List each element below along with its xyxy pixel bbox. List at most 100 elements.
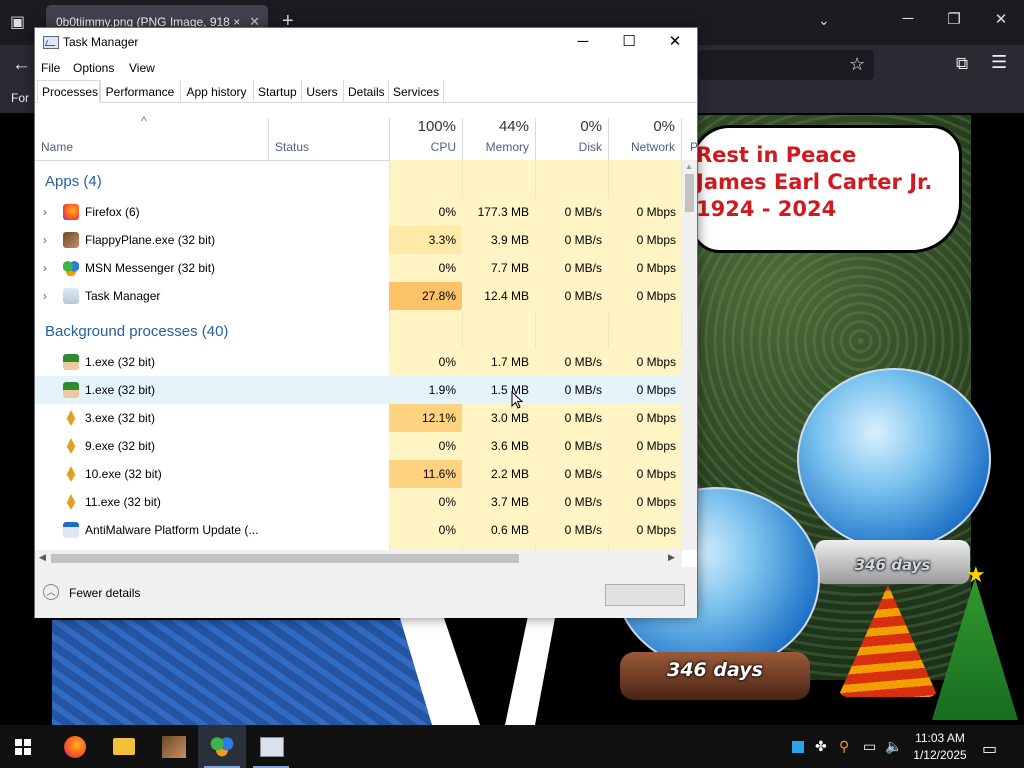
process-row[interactable]: › FlappyPlane.exe (32 bit) 3.3% 3.9 MB 0 MB/… [35, 226, 682, 254]
tab-performance[interactable]: Performance [100, 80, 180, 102]
expand-chevron-icon[interactable]: › [43, 198, 47, 226]
close-window-icon[interactable]: ✕ [986, 10, 1016, 28]
expand-chevron-icon[interactable]: › [43, 226, 47, 254]
scrollbar-thumb[interactable] [51, 554, 519, 563]
expand-chevron-icon[interactable]: › [43, 282, 47, 310]
tab-users[interactable]: Users [301, 80, 343, 102]
sort-ascending-icon[interactable]: ^ [141, 114, 147, 128]
column-network[interactable]: Network [608, 140, 675, 154]
back-arrow-icon[interactable]: ← [12, 54, 31, 76]
clock-time: 11:03 AM [915, 731, 965, 745]
extensions-icon[interactable]: ⧉ [956, 54, 968, 74]
column-name[interactable]: Name [41, 140, 73, 154]
process-row[interactable]: › Firefox (6) 0% 177.3 MB 0 MB/s 0 Mbps [35, 198, 682, 226]
start-button[interactable] [0, 725, 48, 768]
tab-app-history[interactable]: App history [180, 80, 253, 102]
tray-app-icon[interactable] [792, 741, 804, 753]
column-divider [268, 118, 269, 160]
clock[interactable]: 11:03 AM 1/12/2025 [900, 730, 980, 764]
column-divider [681, 118, 682, 160]
end-task-button[interactable] [605, 584, 685, 606]
tab-services[interactable]: Services [388, 80, 444, 102]
chevron-up-icon[interactable]: ︿ [43, 584, 59, 600]
minimize-icon[interactable]: ─ [893, 10, 923, 27]
network-total-percent[interactable]: 0% [608, 118, 675, 135]
process-row[interactable]: › MSN Messenger (32 bit) 0% 7.7 MB 0 MB/s 0 M… [35, 254, 682, 282]
network-value: 0 Mbps [608, 226, 682, 254]
bookmark-item[interactable]: For [11, 91, 29, 105]
msn-messenger-icon [210, 735, 234, 757]
notification-center-icon[interactable]: ▭ [982, 739, 997, 759]
disk-value: 0 MB/s [535, 198, 608, 226]
process-name: 11.exe (32 bit) [85, 495, 161, 509]
horizontal-scrollbar[interactable]: ◀ ▶ [35, 550, 682, 567]
list-all-tabs-icon[interactable]: ⌄ [818, 12, 830, 29]
taskbar-flappyplane[interactable] [150, 725, 198, 768]
memory-value: 3.0 MB [462, 404, 535, 432]
maximize-button[interactable]: ☐ [606, 28, 652, 58]
taskbar-file-explorer[interactable] [100, 725, 148, 768]
hamburger-menu-icon[interactable]: ☰ [991, 52, 1007, 73]
menu-file[interactable]: File [41, 61, 60, 75]
process-list: Apps (4) › Firefox (6) 0% 177.3 MB 0 MB/s 0 Mb… [35, 160, 682, 550]
process-row[interactable]: 9.exe (32 bit) 0% 3.6 MB 0 MB/s 0 Mbps [35, 432, 682, 460]
tab-startup[interactable]: Startup [253, 80, 301, 102]
memory-total-percent[interactable]: 44% [462, 118, 529, 135]
scrollbar-thumb[interactable] [685, 174, 694, 212]
cpu-value: 0% [389, 432, 462, 460]
menu-view[interactable]: View [129, 61, 155, 75]
scroll-left-arrow-icon[interactable]: ◀ [39, 552, 46, 563]
tab-processes[interactable]: Processes [37, 80, 100, 103]
search-tray-icon[interactable]: ⚲ [839, 738, 849, 755]
restore-icon[interactable]: ❐ [939, 10, 969, 28]
network-value: 0 Mbps [636, 383, 676, 397]
url-bar[interactable] [698, 50, 874, 80]
fewer-details-link[interactable]: Fewer details [69, 586, 140, 600]
group-header-background[interactable]: Background processes (40) [35, 316, 682, 348]
taskbar-task-manager[interactable] [247, 725, 295, 768]
disk-total-percent[interactable]: 0% [535, 118, 602, 135]
network-icon[interactable]: ▭ [863, 738, 876, 755]
memory-value: 0.6 MB [462, 516, 535, 544]
column-power-truncated[interactable]: P [690, 140, 698, 154]
scroll-right-arrow-icon[interactable]: ▶ [668, 552, 675, 563]
taskbar-firefox[interactable] [50, 725, 98, 768]
window-icon [63, 522, 79, 538]
process-row[interactable]: › Task Manager 27.8% 12.4 MB 0 MB/s 0 Mbps [35, 282, 682, 310]
firefox-icon [64, 736, 86, 758]
column-memory[interactable]: Memory [462, 140, 529, 154]
expand-chevron-icon[interactable]: › [43, 254, 47, 282]
clock-date: 1/12/2025 [913, 748, 967, 762]
process-row[interactable]: AntiMalware Platform Update (... 0% 0.6 MB… [35, 516, 682, 544]
disk-value: 0 MB/s [564, 383, 602, 397]
task-manager-icon [260, 737, 284, 757]
tree-icon [63, 438, 79, 454]
vertical-scrollbar[interactable]: ▲ [682, 160, 697, 550]
minimize-button[interactable]: ─ [560, 28, 606, 58]
window-title: Task Manager [63, 35, 139, 49]
title-bar[interactable]: Task Manager ─ ☐ ✕ [35, 28, 697, 58]
cpu-total-percent[interactable]: 100% [389, 118, 456, 135]
process-row[interactable]: 10.exe (32 bit) 11.6% 2.2 MB 0 MB/s 0 Mbps [35, 460, 682, 488]
column-disk[interactable]: Disk [535, 140, 602, 154]
cpu-value: 1.9% [428, 383, 456, 397]
process-row[interactable]: 3.exe (32 bit) 12.1% 3.0 MB 0 MB/s 0 Mbps [35, 404, 682, 432]
msn-tray-icon[interactable]: ✤ [815, 738, 827, 755]
tab-list-icon[interactable]: ▣ [10, 12, 30, 32]
memory-value: 1.5 MB [490, 383, 529, 397]
column-status[interactable]: Status [275, 140, 309, 154]
bookmark-star-icon[interactable]: ☆ [849, 54, 865, 75]
process-row[interactable]: 1.exe (32 bit) 0% 1.7 MB 0 MB/s 0 Mbps [35, 348, 682, 376]
close-button[interactable]: ✕ [652, 28, 698, 58]
process-row[interactable]: 11.exe (32 bit) 0% 3.7 MB 0 MB/s 0 Mbps [35, 488, 682, 516]
tab-details[interactable]: Details [343, 80, 388, 102]
snowglobe-right-label: 346 days [854, 556, 931, 574]
disk-value: 0 MB/s [535, 488, 608, 516]
process-row[interactable]: 1.exe (32 bit) 1.9% 1.5 MB 0 MB/s 0 Mbps [35, 376, 682, 404]
scroll-up-arrow-icon[interactable]: ▲ [685, 162, 693, 171]
column-cpu[interactable]: CPU [389, 140, 456, 154]
taskbar-msn-messenger[interactable] [198, 725, 246, 768]
group-header-apps[interactable]: Apps (4) [35, 166, 682, 198]
menu-options[interactable]: Options [73, 61, 114, 75]
cpu-value: 0% [389, 254, 462, 282]
